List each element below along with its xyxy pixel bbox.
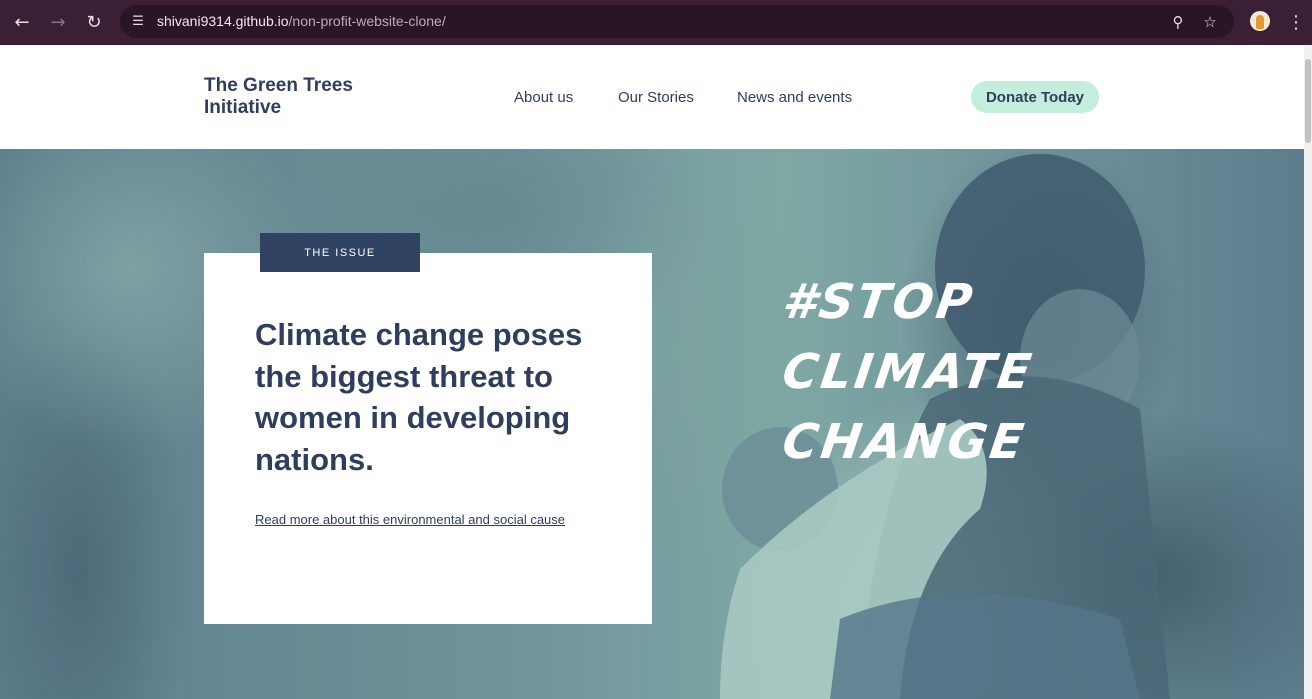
zoom-icon[interactable]: ⚲ <box>1167 11 1189 33</box>
issue-tag: THE ISSUE <box>260 233 420 272</box>
hero-section: THE ISSUE Climate change poses the bigge… <box>0 149 1304 699</box>
stop-climate-change-slogan: #STOP CLIMATE CHANGE <box>779 267 1083 477</box>
reload-icon[interactable]: ↻ <box>80 8 108 36</box>
site-info-icon[interactable]: ☰ <box>130 13 146 29</box>
menu-kebab-icon[interactable]: ⋮ <box>1286 9 1306 35</box>
nav-link-news-events[interactable]: News and events <box>737 89 852 106</box>
slogan-line: #STOP <box>779 274 979 330</box>
read-more-link[interactable]: Read more about this environmental and s… <box>255 512 565 527</box>
back-icon[interactable]: ← <box>8 8 36 36</box>
slogan-line: CHANGE <box>779 414 1030 470</box>
url-text[interactable]: shivani9314.github.io/non-profit-website… <box>157 13 446 29</box>
page-scrollbar[interactable] <box>1304 45 1312 699</box>
nav-link-our-stories[interactable]: Our Stories <box>618 89 694 106</box>
browser-toolbar: ← → ↻ ☰ shivani9314.github.io/non-profit… <box>0 0 1312 45</box>
nav-link-about-us[interactable]: About us <box>514 89 573 106</box>
address-bar[interactable]: ☰ shivani9314.github.io/non-profit-websi… <box>120 5 1234 38</box>
bookmark-star-icon[interactable]: ☆ <box>1199 11 1221 33</box>
scrollbar-thumb[interactable] <box>1305 59 1311 143</box>
donate-button[interactable]: Donate Today <box>971 81 1099 113</box>
slogan-line: CLIMATE <box>779 344 1038 400</box>
site-header: The Green Trees Initiative About us Our … <box>0 45 1304 149</box>
forward-icon[interactable]: → <box>44 8 72 36</box>
profile-avatar[interactable] <box>1250 11 1270 31</box>
site-logo[interactable]: The Green Trees Initiative <box>204 75 364 119</box>
hero-headline: Climate change poses the biggest threat … <box>255 317 583 477</box>
